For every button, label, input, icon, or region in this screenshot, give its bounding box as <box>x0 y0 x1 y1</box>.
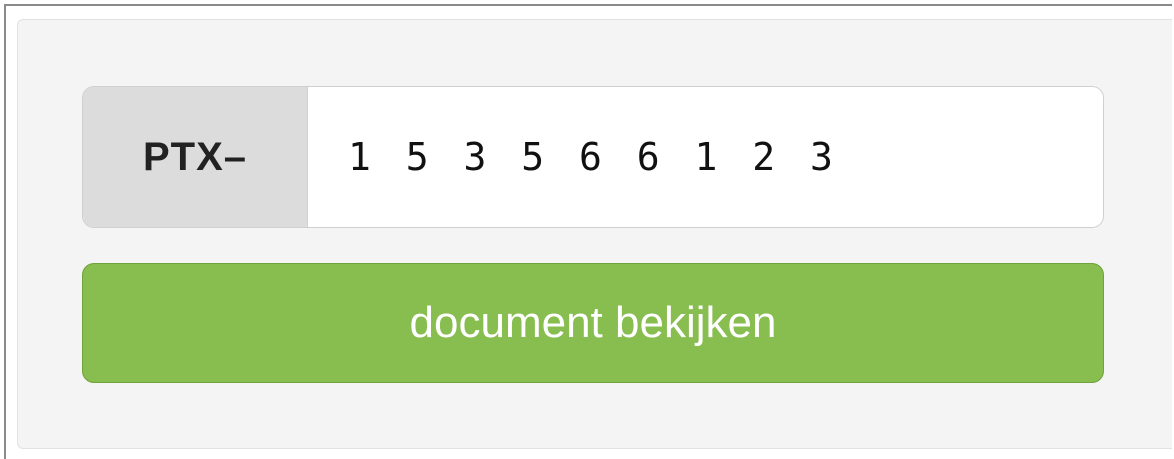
document-code-input-group: PTX– <box>82 86 1104 228</box>
document-code-input[interactable] <box>308 87 1103 227</box>
form-panel <box>17 19 1172 449</box>
code-prefix-label: PTX– <box>83 87 308 227</box>
view-document-button[interactable]: document bekijken <box>82 263 1104 383</box>
